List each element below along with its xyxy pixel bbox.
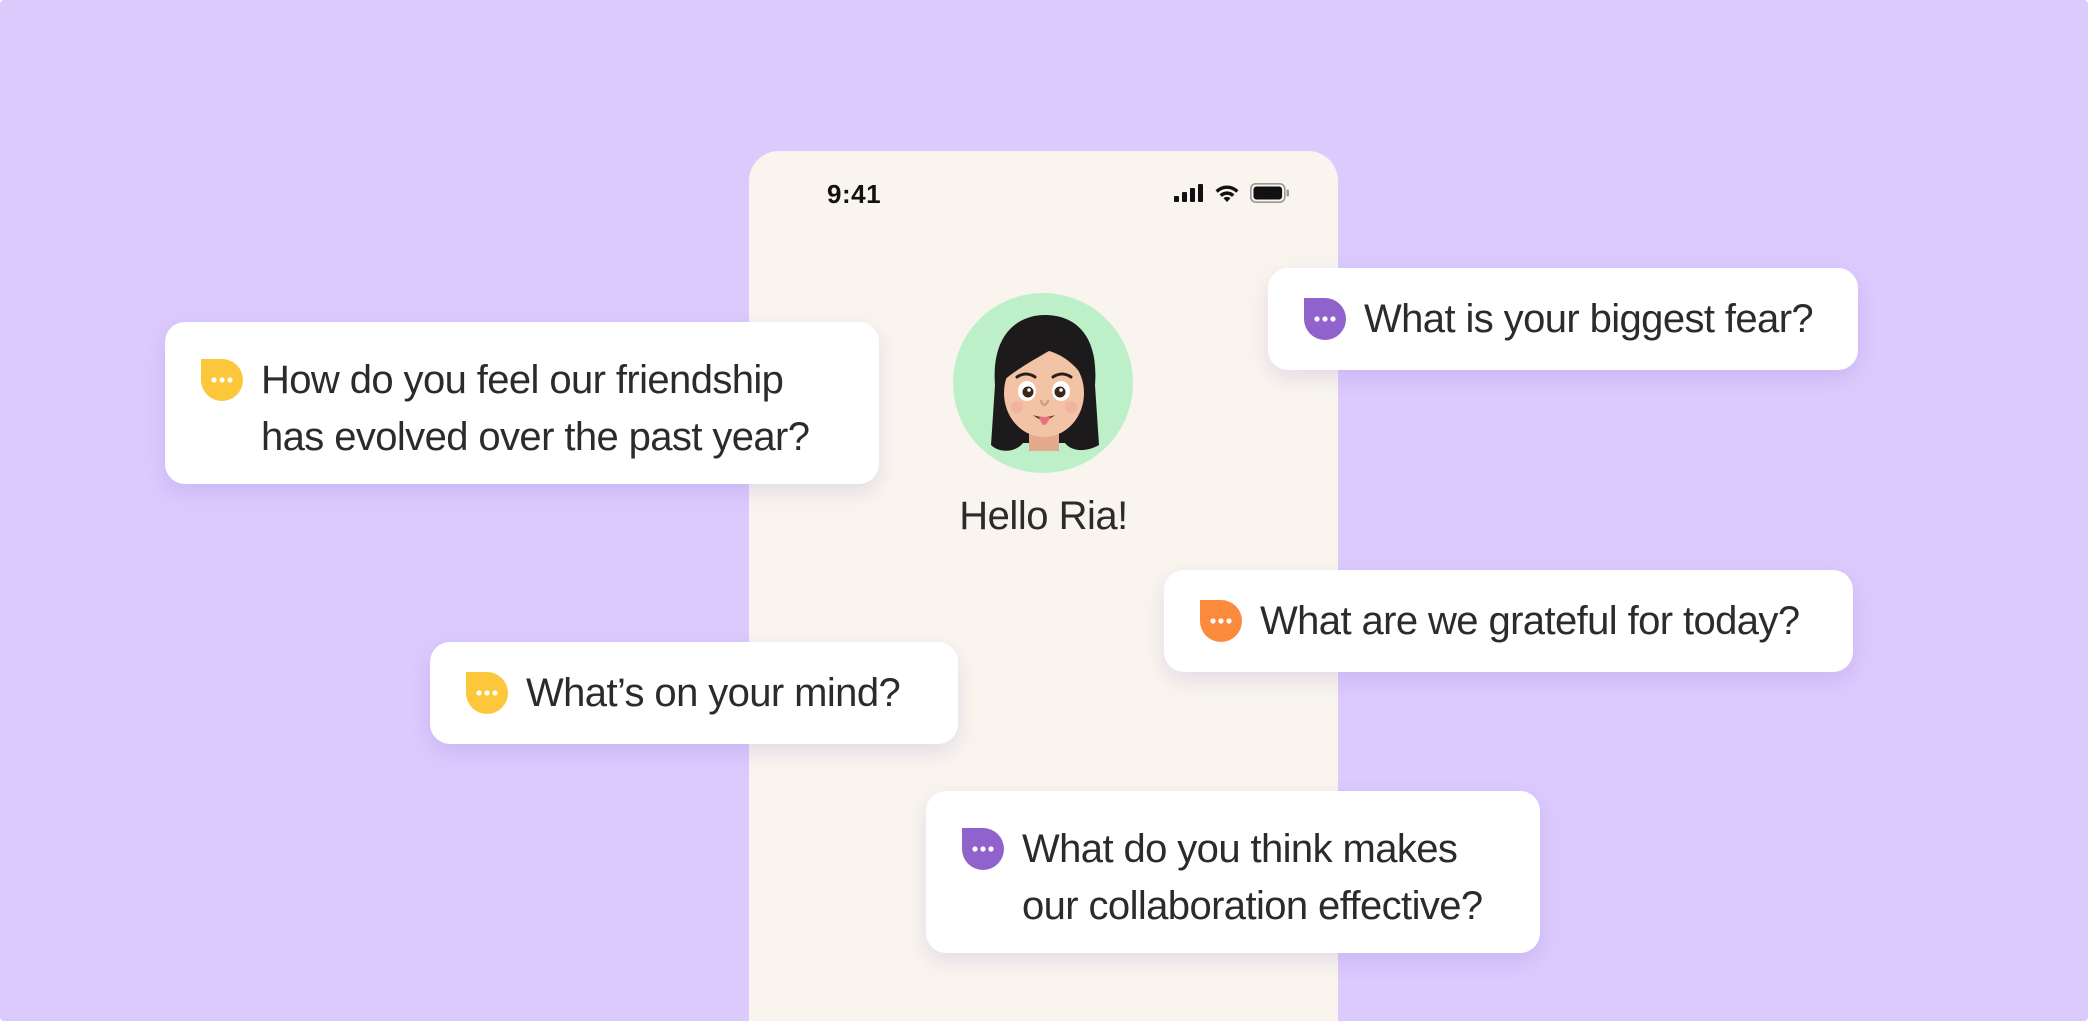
battery-icon — [1250, 183, 1289, 203]
background-canvas: 9:41 Hello Ria! How do you feel our frie… — [0, 0, 2088, 1021]
question-card[interactable]: What do you think makes our collaboratio… — [926, 791, 1540, 953]
avatar-memoji — [991, 315, 1099, 451]
avatar — [953, 293, 1133, 473]
question-card[interactable]: What are we grateful for today? — [1164, 570, 1853, 672]
question-card[interactable]: What’s on your mind? — [430, 642, 958, 744]
question-text: What’s on your mind? — [526, 671, 901, 715]
question-text: How do you feel our friendship has evolv… — [261, 358, 810, 459]
status-time: 9:41 — [827, 179, 882, 209]
chat-bubble-icon — [1304, 298, 1346, 340]
question-card[interactable]: How do you feel our friendship has evolv… — [165, 322, 879, 484]
wifi-icon — [1215, 185, 1239, 202]
signal-icon — [1174, 184, 1203, 202]
status-icons — [1174, 183, 1290, 203]
chat-bubble-icon — [962, 828, 1004, 870]
question-text: What are we grateful for today? — [1260, 599, 1800, 643]
chat-bubble-icon — [201, 359, 243, 401]
chat-bubble-icon — [466, 672, 508, 714]
question-card[interactable]: What is your biggest fear? — [1268, 268, 1858, 370]
question-text: What do you think makes our collaboratio… — [1022, 827, 1483, 928]
chat-bubble-icon — [1200, 600, 1242, 642]
greeting-text: Hello Ria! — [959, 494, 1128, 538]
question-text: What is your biggest fear? — [1364, 297, 1814, 341]
